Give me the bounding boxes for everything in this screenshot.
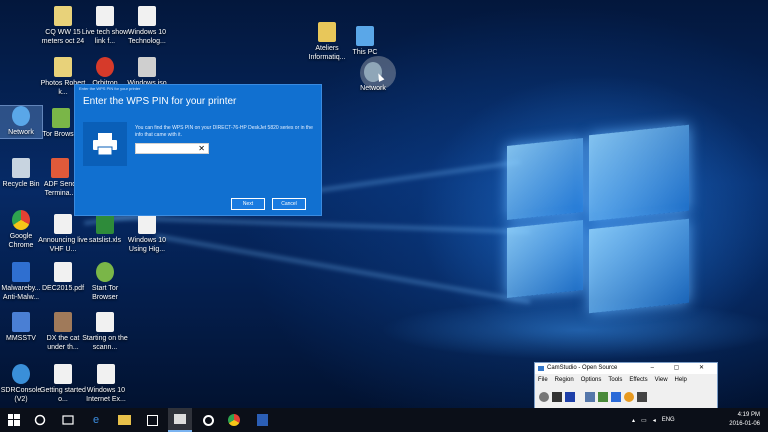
camstudio-title: CamStudio - Open Source: [547, 365, 618, 371]
desktop-icon-start-tor[interactable]: Start Tor Browser: [80, 262, 130, 302]
recycle-bin-icon: [12, 158, 30, 178]
menu-options[interactable]: Options: [581, 374, 602, 386]
photos-icon: [54, 57, 72, 77]
live-tech-icon: [96, 6, 114, 26]
camstudio-app-icon: [538, 366, 544, 371]
dialog-titlebar[interactable]: Enter the WPS PIN for your printer: [75, 85, 321, 93]
camstudio-toolbar: [535, 386, 717, 408]
menu-view[interactable]: View: [655, 374, 668, 386]
wps-pin-dialog: Enter the WPS PIN for your printer Enter…: [74, 84, 322, 216]
malwarebytes-icon: [12, 262, 30, 282]
desktop-icon-google-chrome[interactable]: Google Chrome: [0, 210, 42, 250]
record-icon[interactable]: [539, 392, 549, 402]
pause-icon[interactable]: [552, 392, 562, 402]
desktop-icon-this-pc[interactable]: This PC: [338, 26, 392, 57]
desktop-icon-network[interactable]: Network: [0, 105, 43, 139]
menu-help[interactable]: Help: [675, 374, 687, 386]
word-icon[interactable]: [250, 408, 274, 432]
desktop-icon-malwarebytes[interactable]: Malwareby... Anti-Malw...: [0, 262, 42, 302]
clock-time: 4:19 PM: [737, 412, 760, 418]
dialog-heading: Enter the WPS PIN for your printer: [83, 96, 237, 107]
desktop-icon-mmsstv[interactable]: MMSSTV: [0, 312, 42, 343]
system-tray: ▴ ▭ ◂ ENG: [632, 408, 675, 432]
camstudio-menubar: File Region Options Tools Effects View H…: [535, 374, 717, 386]
dx-cat-icon: [54, 312, 72, 332]
window-controls[interactable]: – ▢ ✕: [651, 363, 713, 374]
orbitron-icon: [96, 57, 114, 77]
store-icon[interactable]: [140, 408, 164, 432]
chrome-icon[interactable]: [222, 408, 246, 432]
menu-effects[interactable]: Effects: [629, 374, 647, 386]
starting-scann-icon: [96, 312, 114, 332]
file-explorer-icon[interactable]: [112, 408, 136, 432]
search-icon[interactable]: [28, 408, 52, 432]
adf-send-icon: [51, 158, 69, 178]
mmsstv-icon: [12, 312, 30, 332]
cancel-button[interactable]: Cancel: [272, 198, 306, 210]
this-pc-icon: [356, 26, 374, 46]
announcing-icon: [54, 214, 72, 234]
cq-ww-15-icon: [54, 6, 72, 26]
video-icon[interactable]: [611, 392, 621, 402]
autopan-icon[interactable]: [637, 392, 647, 402]
separator: [578, 392, 582, 402]
desktop: CQ WW 15 meters oct 24 Photos Robert k..…: [0, 0, 768, 408]
active-app-icon[interactable]: [168, 408, 192, 432]
desktop-icon-starting-scann[interactable]: Starting on the scann...: [80, 312, 130, 352]
light-beam: [110, 215, 531, 234]
camstudio-window: CamStudio - Open Source – ▢ ✕ File Regio…: [534, 362, 718, 408]
annotate-icon[interactable]: [598, 392, 608, 402]
getting-started-icon: [54, 364, 72, 384]
tor-browser-icon: [52, 108, 70, 128]
printer-icon: [83, 122, 127, 166]
next-button[interactable]: Next: [231, 198, 265, 210]
wps-pin-input[interactable]: ✕: [135, 143, 209, 154]
windows10-tech-icon: [138, 6, 156, 26]
clock[interactable]: 4:19 PM 2016-01-06: [729, 411, 760, 429]
network-icon: [12, 106, 30, 126]
start-icon[interactable]: [2, 408, 26, 432]
desktop-icon-recycle-bin[interactable]: Recycle Bin: [0, 158, 42, 189]
clock-date: 2016-01-06: [729, 421, 760, 427]
windows10-using-icon: [138, 214, 156, 234]
taskbar: e ▴ ▭ ◂ ENG 4:19 PM 2016-01-06: [0, 408, 768, 432]
google-chrome-icon: [12, 210, 30, 230]
desktop-icon-windows10-using[interactable]: Windows 10 Using Hig...: [122, 214, 172, 254]
desktop-icon-sdrconsole[interactable]: SDRConsole (V2): [0, 364, 42, 404]
clear-icon[interactable]: ✕: [198, 144, 205, 154]
language-indicator[interactable]: ENG: [662, 417, 675, 423]
satslist-icon: [96, 214, 114, 234]
desktop-icon-windows10-internet[interactable]: Windows 10 Internet Ex...: [80, 364, 132, 404]
camstudio-titlebar[interactable]: CamStudio - Open Source – ▢ ✕: [535, 363, 717, 374]
stop-icon[interactable]: [565, 392, 575, 402]
network-tray-icon[interactable]: ▭: [641, 417, 647, 424]
pdf-icon: [54, 262, 72, 282]
menu-tools[interactable]: Tools: [608, 374, 622, 386]
desktop-icon-windows10-tech[interactable]: Windows 10 Technolog...: [120, 6, 174, 46]
desktop-icon-network-right[interactable]: Network: [346, 62, 400, 93]
windows10-internet-icon: [97, 364, 115, 384]
volume-icon[interactable]: ◂: [653, 417, 656, 424]
chevron-up-icon[interactable]: ▴: [632, 417, 635, 424]
start-tor-icon: [96, 262, 114, 282]
edge-icon[interactable]: e: [84, 408, 108, 432]
task-view-icon[interactable]: [56, 408, 80, 432]
dialog-description: You can find the WPS PIN on your DIRECT-…: [135, 125, 313, 138]
menu-region[interactable]: Region: [555, 374, 574, 386]
windows-iso-icon: [138, 57, 156, 77]
effects-icon[interactable]: [624, 392, 634, 402]
ateliers-icon: [318, 22, 336, 42]
screen-icon[interactable]: [585, 392, 595, 402]
sdrconsole-icon: [12, 364, 30, 384]
menu-file[interactable]: File: [538, 374, 548, 386]
windows-logo-wallpaper: [505, 120, 705, 320]
media-icon[interactable]: [196, 408, 220, 432]
light-beam: [155, 234, 531, 304]
